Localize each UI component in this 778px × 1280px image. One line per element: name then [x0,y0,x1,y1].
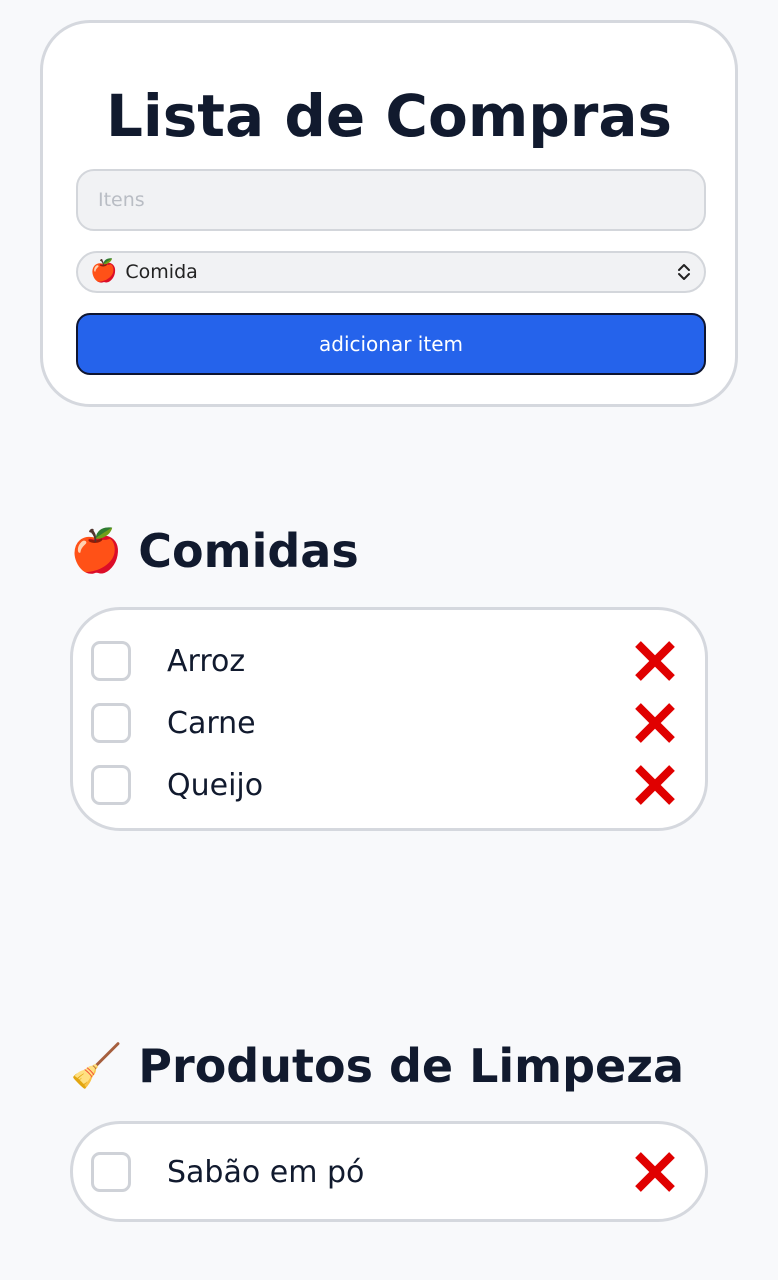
list-item: Sabão em pó [73,1141,705,1203]
list-item: Queijo [73,754,705,816]
apple-icon: 🍎 [90,259,118,284]
category-selected-value: Comida [125,261,198,283]
close-icon [635,641,675,681]
section-heading-comidas: 🍎 Comidas [70,524,359,578]
page-title: Lista de Compras [105,82,673,150]
item-checkbox[interactable] [91,703,131,743]
delete-item-button[interactable] [633,701,677,745]
item-label: Carne [167,705,256,741]
section-title: Comidas [138,524,359,578]
delete-item-button[interactable] [633,763,677,807]
delete-item-button[interactable] [633,639,677,683]
list-item: Carne [73,692,705,754]
item-input[interactable] [76,169,706,231]
chevron-up-down-icon [678,264,690,280]
close-icon [635,1152,675,1192]
close-icon [635,765,675,805]
list-card-limpeza: Sabão em pó [70,1121,708,1222]
item-label: Arroz [167,643,246,679]
broom-icon: 🧹 [70,1041,123,1090]
apple-icon: 🍎 [70,526,123,575]
section-title: Produtos de Limpeza [138,1039,685,1093]
list-card-comidas: Arroz Carne Queijo [70,607,708,831]
close-icon [635,703,675,743]
item-checkbox[interactable] [91,765,131,805]
list-item: Arroz [73,630,705,692]
add-item-button[interactable]: adicionar item [76,313,706,375]
item-label: Sabão em pó [167,1154,365,1190]
item-checkbox[interactable] [91,1152,131,1192]
delete-item-button[interactable] [633,1150,677,1194]
item-checkbox[interactable] [91,641,131,681]
add-item-card: Lista de Compras 🍎 Comida adicionar item [40,20,738,407]
section-heading-limpeza: 🧹 Produtos de Limpeza [70,1039,684,1093]
item-label: Queijo [167,767,264,803]
category-select[interactable]: 🍎 Comida [76,251,706,293]
